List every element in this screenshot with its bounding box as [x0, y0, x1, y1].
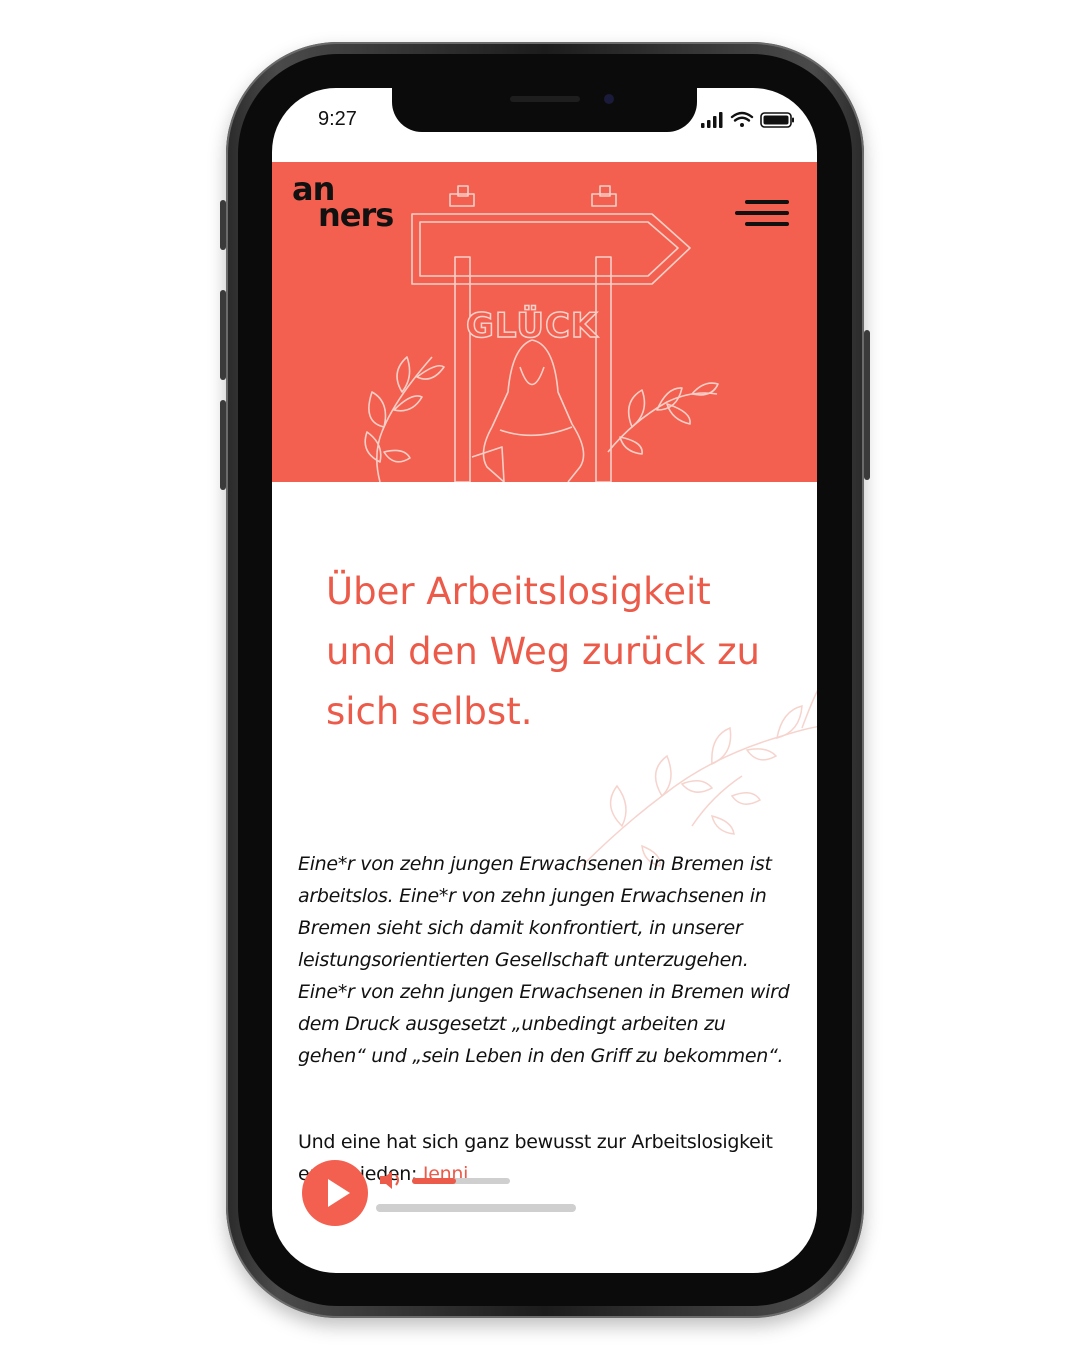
mute-switch — [220, 200, 226, 250]
audio-player — [302, 1160, 602, 1240]
front-camera — [604, 94, 614, 104]
power-button — [864, 330, 870, 480]
brand-logo[interactable]: an ners — [292, 173, 394, 231]
volume-up-button — [220, 290, 226, 380]
phone-screen: 9:27 an ners GLÜCK Über Arbeitslosigkeit… — [272, 88, 817, 1273]
playback-progress-bar[interactable] — [376, 1204, 576, 1212]
status-time: 9:27 — [318, 108, 357, 130]
signal-icon — [701, 112, 723, 128]
wifi-icon — [730, 111, 754, 127]
paragraph-2-text: Und eine hat sich ganz bewusst zur Arbei… — [298, 1131, 773, 1153]
earpiece-speaker — [510, 96, 580, 102]
article-intro: Eine*r von zehn jungen Erwachsenen in Br… — [298, 853, 790, 1067]
menu-icon[interactable] — [735, 200, 789, 234]
volume-slider-fill — [412, 1178, 457, 1184]
article-headline: Über Arbeitslosigkeit und den Weg zurück… — [326, 570, 760, 733]
volume-icon[interactable] — [378, 1168, 404, 1192]
notch — [392, 88, 697, 132]
status-icons — [701, 111, 795, 134]
hero-banner: an ners GLÜCK — [272, 162, 817, 482]
volume-slider[interactable] — [412, 1178, 510, 1184]
sign-text: GLÜCK — [465, 305, 599, 347]
volume-down-button — [220, 400, 226, 490]
play-icon[interactable] — [302, 1160, 368, 1226]
battery-icon — [760, 112, 794, 128]
